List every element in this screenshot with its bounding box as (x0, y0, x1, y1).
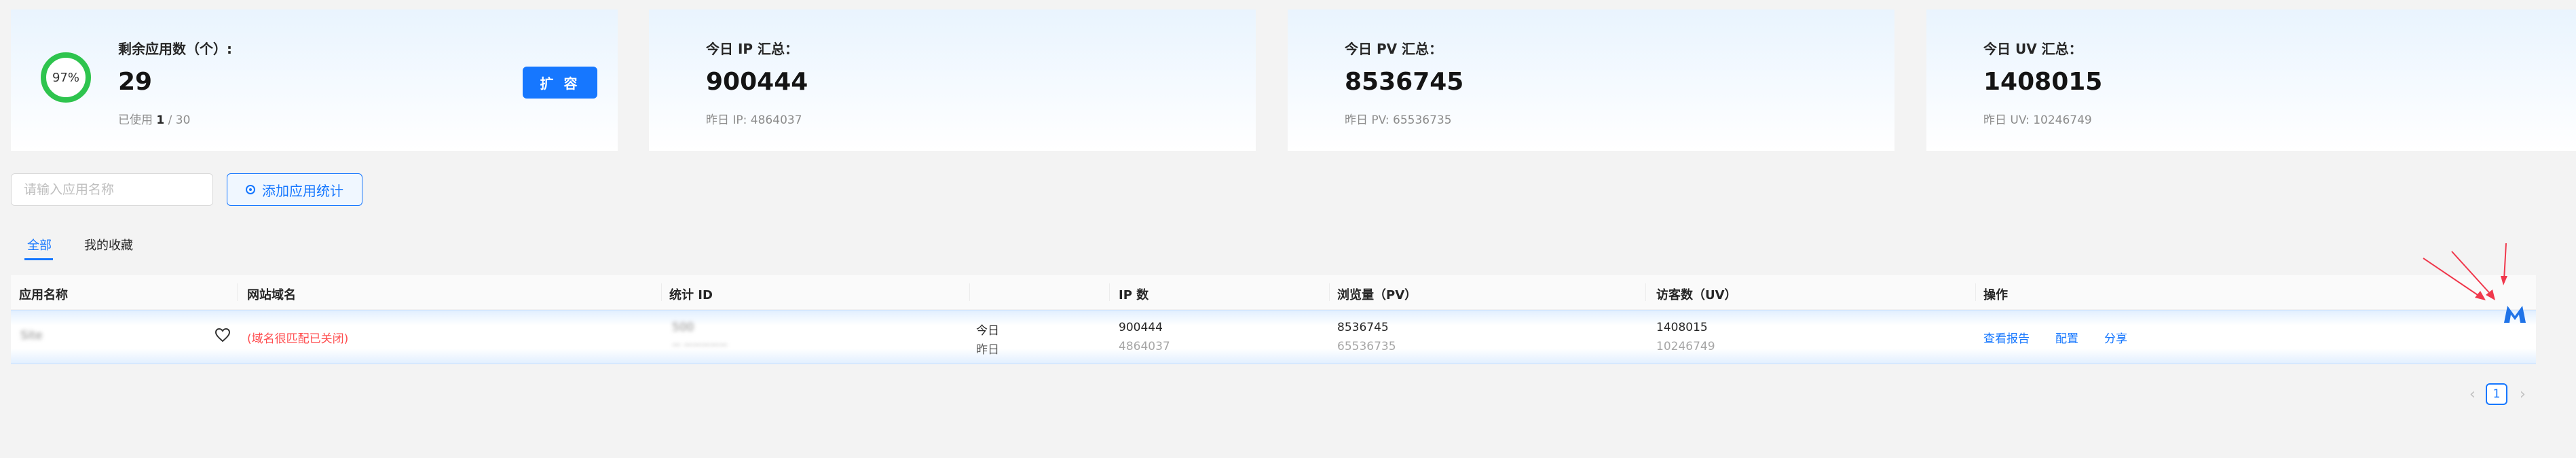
col-divider (1329, 283, 1330, 301)
page-number: 1 (2493, 387, 2501, 401)
tab-all[interactable]: 全部 (27, 236, 52, 253)
pv-today-cell: 8536745 (1337, 321, 1389, 334)
uv-summary-card: 今日 UV 汇总： 1408015 昨日 UV: 10246749 (1926, 10, 2576, 151)
pagination-page-1[interactable]: 1 (2486, 383, 2507, 405)
pv-value: 8536745 (1345, 68, 1464, 96)
stat-id-sub: — ————— (672, 340, 728, 350)
pv-yesterday-cell: 65536735 (1337, 340, 1396, 353)
app-name-cell: Site (20, 329, 43, 342)
stat-id-cell: 500 (672, 321, 694, 334)
ip-value: 900444 (706, 68, 808, 96)
ip-yesterday-cell: 4864037 (1119, 340, 1170, 353)
active-tab-indicator (24, 258, 53, 260)
used-summary: 已使用 1 / 30 (118, 110, 190, 127)
expand-button[interactable]: 扩 容 (523, 67, 597, 99)
pv-summary-card: 今日 PV 汇总： 8536745 昨日 PV: 65536735 (1288, 10, 1894, 151)
tab-favorites[interactable]: 我的收藏 (84, 236, 133, 253)
ip-summary-card: 今日 IP 汇总： 900444 昨日 IP: 4864037 (649, 10, 1256, 151)
heart-icon[interactable] (214, 328, 231, 342)
ip-today-cell: 900444 (1119, 321, 1163, 334)
col-stat-id: 统计 ID (669, 288, 713, 302)
uv-yesterday-cell: 10246749 (1656, 340, 1715, 353)
used-label: 已使用 (118, 113, 153, 127)
uv-today-cell: 1408015 (1656, 321, 1708, 334)
col-domain: 网站域名 (247, 288, 296, 302)
usage-ring: 97% (41, 52, 91, 103)
col-divider (1645, 283, 1646, 301)
view-report-link[interactable]: 查看报告 (1983, 329, 2030, 346)
total-count: / 30 (168, 113, 191, 127)
col-actions: 操作 (1983, 288, 2008, 302)
col-divider (1975, 283, 1976, 301)
ip-title: 今日 IP 汇总： (706, 41, 799, 57)
uv-value: 1408015 (1983, 68, 2103, 96)
col-divider (969, 283, 970, 301)
domain-status-cell: (域名很匹配已关闭) (247, 332, 349, 346)
table-row: Site (域名很匹配已关闭) 500 — ————— 今日 昨日 900444… (11, 310, 2536, 364)
pagination-prev-button[interactable]: ‹ (2469, 386, 2476, 403)
pv-yesterday: 昨日 PV: 65536735 (1345, 113, 1452, 127)
share-link[interactable]: 分享 (2104, 329, 2127, 346)
app-name-search-input[interactable] (11, 173, 213, 206)
annotation-arrows (2423, 243, 2507, 300)
table-header: 应用名称 网站域名 统计 ID IP 数 浏览量（PV） 访客数（UV） 操作 (11, 275, 2536, 310)
col-divider (1109, 283, 1110, 301)
configure-link[interactable]: 配置 (2055, 329, 2078, 346)
col-divider (237, 283, 238, 301)
remaining-value: 29 (118, 68, 153, 96)
used-count: 1 (156, 113, 165, 127)
add-app-stat-button[interactable]: 添加应用统计 (227, 173, 362, 206)
ip-yesterday: 昨日 IP: 4864037 (706, 113, 802, 127)
col-pv: 浏览量（PV） (1337, 288, 1417, 302)
add-circle-icon (246, 185, 255, 194)
remaining-title: 剩余应用数（个）: (118, 41, 232, 57)
pagination-next-button[interactable]: › (2520, 386, 2526, 403)
add-app-stat-label: 添加应用统计 (262, 182, 343, 199)
col-app-name: 应用名称 (19, 288, 68, 302)
uv-yesterday: 昨日 UV: 10246749 (1983, 113, 2092, 127)
uv-title: 今日 UV 汇总： (1983, 41, 2083, 57)
m-logo-icon[interactable] (2502, 303, 2528, 325)
col-divider (661, 283, 662, 301)
period-yesterday-label: 昨日 (976, 343, 999, 357)
col-ip: IP 数 (1119, 288, 1149, 302)
usage-percent: 97% (52, 70, 79, 85)
period-today-label: 今日 (976, 324, 999, 338)
pv-title: 今日 PV 汇总： (1345, 41, 1443, 57)
remaining-apps-card: 97% 剩余应用数（个）: 29 已使用 1 / 30 扩 容 (11, 10, 618, 151)
col-uv: 访客数（UV） (1656, 288, 1737, 302)
